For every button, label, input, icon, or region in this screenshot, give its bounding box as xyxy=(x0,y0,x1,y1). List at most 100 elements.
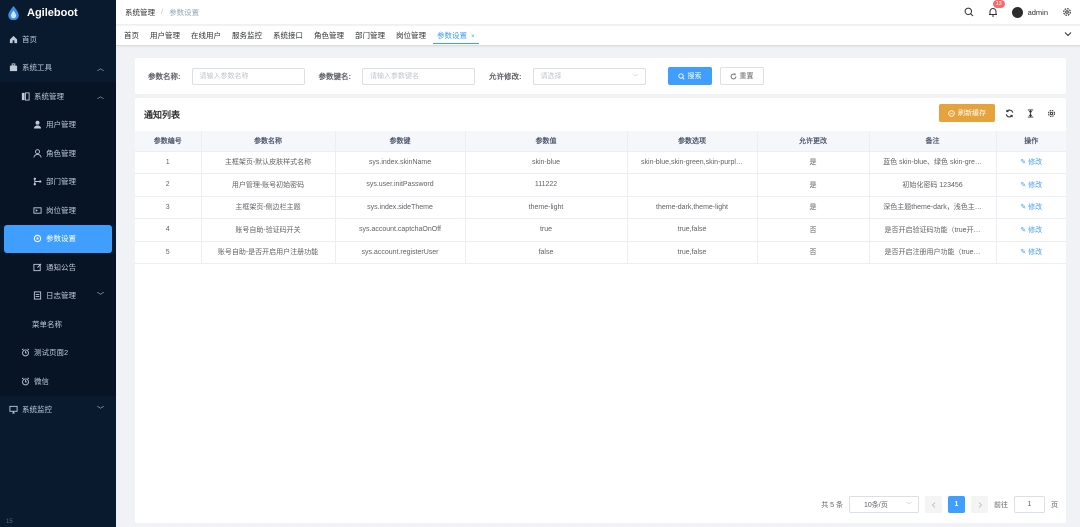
config-key-input[interactable]: 请输入参数键名 xyxy=(362,67,475,85)
breadcrumb: 系统管理 / 参数设置 xyxy=(125,7,199,18)
prev-page-button[interactable] xyxy=(925,496,942,513)
bell-icon xyxy=(988,7,997,16)
sidebar-item-notices[interactable]: 通知公告 xyxy=(0,253,116,282)
gear-icon xyxy=(32,234,42,244)
allow-change-label: 允许修改: xyxy=(489,71,522,81)
close-icon[interactable]: × xyxy=(471,34,475,40)
refresh-cache-button[interactable]: 刷新缓存 xyxy=(939,104,995,122)
refresh-icon xyxy=(730,72,736,79)
tab-posts[interactable]: 岗位管理 xyxy=(392,27,430,44)
cell-config-name: 账号自助-验证码开关 xyxy=(201,218,336,242)
cell-remark: 蓝色 skin-blue、绿色 skin-gre… xyxy=(869,151,997,174)
column-header: 参数名称 xyxy=(201,131,336,152)
sidebar-item-label: 参数设置 xyxy=(46,234,76,244)
goto-page-input[interactable]: 1 xyxy=(1014,496,1045,513)
tab-server-monitor[interactable]: 服务监控 xyxy=(228,27,266,44)
sidebar-item-home[interactable]: 首页 xyxy=(0,25,116,54)
system-icon xyxy=(20,91,30,101)
cell-config-value: theme-light xyxy=(465,196,628,219)
sidebar-item-test-page-2[interactable]: 测试页面2 xyxy=(0,338,116,367)
search-icon[interactable] xyxy=(964,7,974,19)
config-key-label: 参数键名: xyxy=(318,71,352,81)
cell-config-key: sys.index.sideTheme xyxy=(335,196,466,219)
edit-link[interactable]: ✎ 修改 xyxy=(1020,204,1042,211)
settings-gear-icon[interactable] xyxy=(1062,7,1072,19)
sidebar-item-logs[interactable]: 日志管理 ﹀ xyxy=(0,281,116,310)
sidebar-item-roles[interactable]: 角色管理 xyxy=(0,139,116,168)
edit-link[interactable]: ✎ 修改 xyxy=(1020,249,1042,256)
config-name-input[interactable]: 请输入参数名称 xyxy=(191,67,305,85)
page-number-current[interactable]: 1 xyxy=(948,496,965,513)
notification-bell[interactable]: 13 xyxy=(988,0,1005,19)
breadcrumb-item[interactable]: 系统管理 xyxy=(125,7,155,18)
sidebar-item-config[interactable]: 参数设置 xyxy=(4,224,112,253)
table-row: 3 主框架页-侧边栏主题 sys.index.sideTheme theme-l… xyxy=(135,196,1066,219)
tab-label: 参数设置 xyxy=(437,30,467,40)
search-icon xyxy=(677,72,685,80)
tab-home[interactable]: 首页 xyxy=(120,27,143,44)
sidebar-item-system-tools[interactable]: 系统工具 ︿ xyxy=(0,54,116,83)
edit-link[interactable]: ✎ 修改 xyxy=(1020,182,1042,189)
sidebar-item-posts[interactable]: 岗位管理 xyxy=(0,196,116,225)
chevron-down-icon[interactable] xyxy=(1064,30,1072,40)
cell-config-id: 5 xyxy=(135,241,202,264)
cell-config-name: 主框架页-默认皮肤样式名称 xyxy=(201,151,336,174)
config-table-card: 通知列表 刷新缓存 参数编号 参数名称 参数键 参数值 参数选项 允许更改 备注… xyxy=(135,98,1066,523)
navbar-right: 13 admin xyxy=(964,0,1072,25)
sidebar-item-label: 通知公告 xyxy=(46,262,76,272)
tab-system-api[interactable]: 系统接口 xyxy=(269,27,307,44)
sidebar-item-departments[interactable]: 部门管理 xyxy=(0,167,116,196)
sidebar-item-label: 菜单名称 xyxy=(32,319,62,329)
refresh-icon[interactable] xyxy=(1002,106,1016,120)
edit-link-label: 修改 xyxy=(1028,181,1043,189)
edit-link-label: 修改 xyxy=(1028,159,1043,167)
table-row: 5 账号自助-是否开启用户注册功能 sys.account.registerUs… xyxy=(135,241,1066,264)
sidebar-item-menu-name[interactable]: 菜单名称 xyxy=(0,310,116,339)
reset-button[interactable]: 重置 xyxy=(719,67,764,85)
column-height-icon[interactable] xyxy=(1023,106,1037,120)
cell-actions: ✎ 修改 xyxy=(996,196,1066,219)
edit-icon: ✎ xyxy=(1020,159,1027,167)
config-key-field: 参数键名: 请输入参数键名 xyxy=(318,67,475,85)
sidebar-item-wechat[interactable]: 微信 xyxy=(0,367,116,396)
select-placeholder: 请选择 xyxy=(540,73,562,80)
allow-change-select[interactable]: 请选择 ﹀ xyxy=(532,67,646,85)
sidebar-item-users[interactable]: 用户管理 xyxy=(0,110,116,139)
cell-config-value: 111222 xyxy=(465,173,628,197)
tab-online-users[interactable]: 在线用户 xyxy=(187,27,225,44)
user-menu[interactable]: admin xyxy=(1011,7,1048,18)
sidebar-item-system-monitor[interactable]: 系统监控 ﹀ xyxy=(0,396,116,425)
page-size-select[interactable]: 10条/页 ﹀ xyxy=(849,496,919,513)
goto-label: 前往 xyxy=(994,501,1008,509)
config-name-label: 参数名称: xyxy=(148,71,181,81)
setting-icon[interactable] xyxy=(1044,106,1058,120)
sidebar-item-system-management[interactable]: 系统管理 ︿ xyxy=(0,82,116,111)
sidebar-item-label: 首页 xyxy=(22,34,37,44)
tab-config[interactable]: 参数设置 × xyxy=(433,27,479,44)
edit-link[interactable]: ✎ 修改 xyxy=(1020,227,1042,234)
logo-drop-icon xyxy=(8,5,19,20)
chevron-down-icon: ﹀ xyxy=(97,292,104,300)
tab-users[interactable]: 用户管理 xyxy=(146,27,184,44)
search-button[interactable]: 搜索 xyxy=(667,67,712,85)
logo[interactable]: Agileboot xyxy=(0,0,116,25)
cell-remark: 深色主题theme-dark，浅色主… xyxy=(869,196,997,219)
tab-roles[interactable]: 角色管理 xyxy=(310,27,348,44)
tree-icon xyxy=(32,177,42,187)
sidebar-item-label: 部门管理 xyxy=(46,177,76,187)
cell-allow-change: 是 xyxy=(757,196,870,219)
tab-departments[interactable]: 部门管理 xyxy=(351,27,389,44)
alarm-icon xyxy=(20,348,30,358)
edit-icon: ✎ xyxy=(1020,249,1027,257)
next-page-button[interactable] xyxy=(971,496,988,513)
chevron-right-icon xyxy=(978,501,982,508)
allow-change-field: 允许修改: 请选择 ﹀ xyxy=(489,67,646,85)
edit-link[interactable]: ✎ 修改 xyxy=(1020,159,1042,166)
cell-allow-change: 是 xyxy=(757,151,870,174)
cell-remark: 是否开启验证码功能（true开… xyxy=(869,218,997,242)
cell-actions: ✎ 修改 xyxy=(996,218,1066,242)
tags-view: 首页 用户管理 在线用户 服务监控 系统接口 角色管理 部门管理 岗位管理 参数… xyxy=(116,26,1080,46)
sidebar-item-label: 系统工具 xyxy=(22,63,52,73)
cell-remark: 初始化密码 123456 xyxy=(869,173,997,197)
cell-config-options: true,false xyxy=(627,218,758,242)
